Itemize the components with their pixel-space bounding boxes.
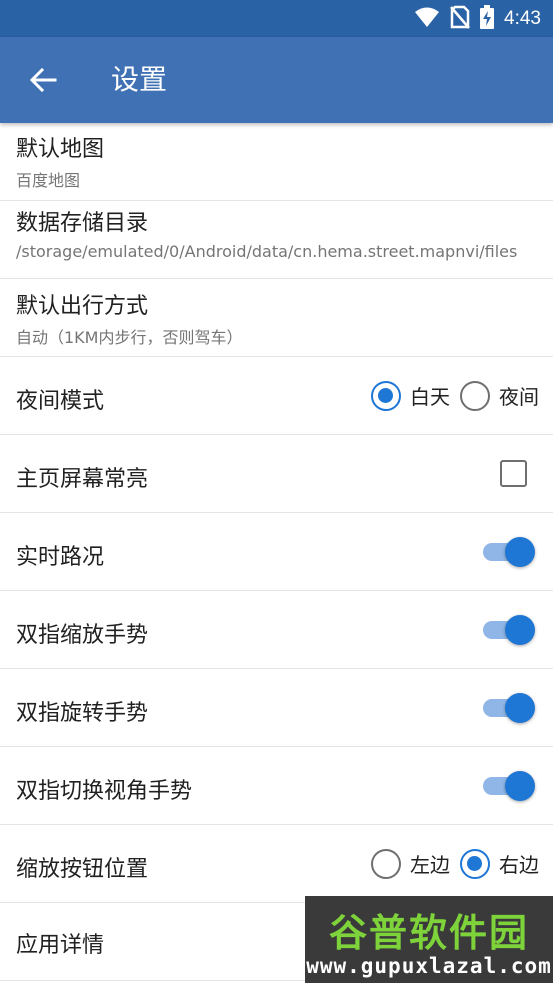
setting-title: 双指缩放手势 [16, 623, 149, 648]
radio-label: 右边 [499, 853, 539, 877]
tilt-switch[interactable] [483, 769, 535, 801]
radio-button[interactable] [371, 848, 401, 879]
watermark-title: 谷普软件园 [328, 911, 529, 955]
rotate-switch[interactable] [483, 691, 535, 723]
radio-button[interactable] [460, 848, 490, 879]
setting-title: 默认出行方式 [16, 294, 149, 319]
zoom-button-radio-group: 左边 右边 [361, 825, 539, 902]
wifi-icon [414, 6, 440, 32]
setting-value: 百度地图 [16, 171, 81, 190]
status-bar: 4:43 [0, 0, 553, 37]
radio-option-day[interactable]: 白天 [371, 380, 450, 411]
setting-storage-dir[interactable]: 数据存储目录 /storage/emulated/0/Android/data/… [0, 201, 553, 279]
setting-title: 缩放按钮位置 [16, 857, 149, 882]
app-bar: 设置 [0, 37, 553, 123]
radio-button[interactable] [460, 380, 490, 411]
settings-list: 默认地图 百度地图 数据存储目录 /storage/emulated/0/And… [0, 123, 553, 981]
setting-title: 双指旋转手势 [16, 701, 149, 726]
setting-title: 实时路况 [16, 545, 105, 570]
setting-title: 主页屏幕常亮 [16, 467, 149, 492]
setting-traffic[interactable]: 实时路况 [0, 513, 553, 591]
setting-title: 默认地图 [16, 137, 105, 162]
setting-title: 应用详情 [16, 933, 105, 958]
setting-tilt[interactable]: 双指切换视角手势 [0, 747, 553, 825]
setting-value: /storage/emulated/0/Android/data/cn.hema… [16, 242, 518, 261]
screen-on-checkbox[interactable] [500, 460, 527, 487]
radio-option-night[interactable]: 夜间 [460, 380, 539, 411]
arrow-left-icon [29, 67, 57, 93]
setting-rotate[interactable]: 双指旋转手势 [0, 669, 553, 747]
status-time: 4:43 [504, 7, 541, 29]
watermark-logo: 谷普软件园 www.gupuxlazal.com [305, 896, 553, 983]
traffic-switch[interactable] [483, 535, 535, 567]
setting-pinch-zoom[interactable]: 双指缩放手势 [0, 591, 553, 669]
setting-title: 夜间模式 [16, 389, 105, 414]
no-sim-icon [450, 5, 470, 33]
setting-value: 自动（1KM内步行，否则驾车） [16, 328, 243, 347]
radio-label: 夜间 [499, 385, 539, 409]
night-mode-radio-group: 白天 夜间 [361, 357, 539, 434]
battery-charging-icon [480, 4, 495, 33]
radio-label: 左边 [410, 853, 450, 877]
status-icons: 4:43 [414, 0, 541, 37]
back-button[interactable] [22, 59, 64, 101]
setting-title: 数据存储目录 [16, 211, 149, 236]
radio-option-left[interactable]: 左边 [371, 848, 450, 879]
page-title: 设置 [111, 63, 168, 96]
setting-travel-mode[interactable]: 默认出行方式 自动（1KM内步行，否则驾车） [0, 279, 553, 357]
setting-default-map[interactable]: 默认地图 百度地图 [0, 123, 553, 201]
radio-label: 白天 [410, 385, 450, 409]
watermark-url: www.gupuxlazal.com [306, 954, 552, 978]
pinch-zoom-switch[interactable] [483, 613, 535, 645]
radio-button[interactable] [371, 380, 401, 411]
setting-screen-on[interactable]: 主页屏幕常亮 [0, 435, 553, 513]
setting-zoom-button: 缩放按钮位置 左边 右边 [0, 825, 553, 903]
radio-option-right[interactable]: 右边 [460, 848, 539, 879]
setting-night-mode: 夜间模式 白天 夜间 [0, 357, 553, 435]
setting-title: 双指切换视角手势 [16, 779, 193, 804]
